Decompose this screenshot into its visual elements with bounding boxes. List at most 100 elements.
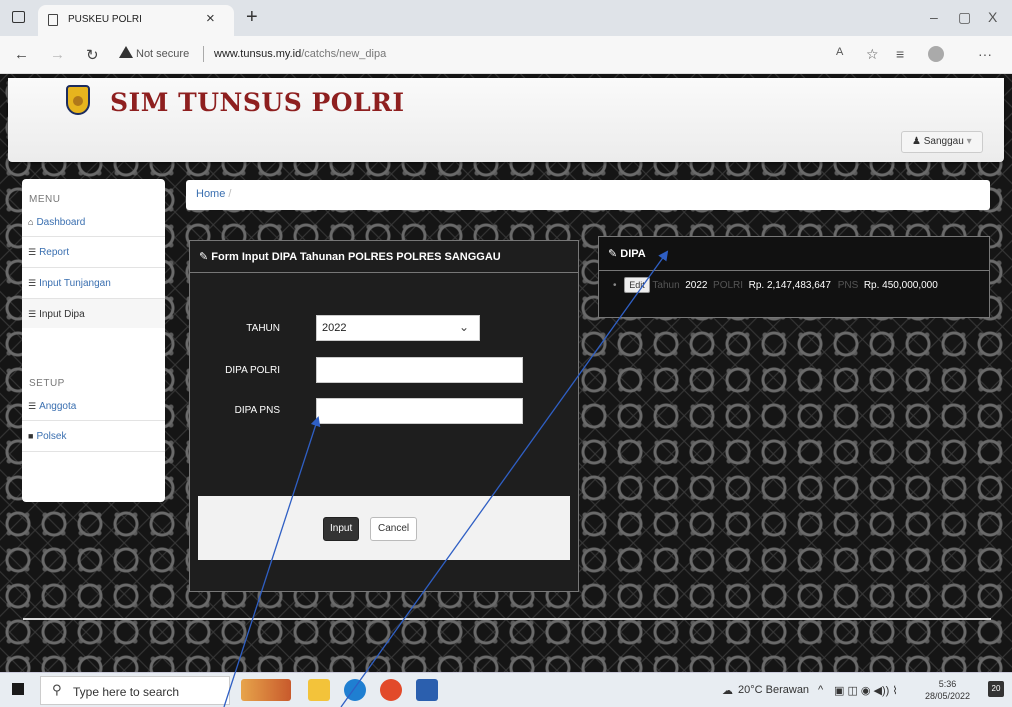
read-aloud-icon[interactable]: A [836, 46, 843, 58]
dipa-pns-input[interactable] [316, 398, 523, 424]
search-placeholder: Type here to search [73, 685, 180, 699]
favorites-list-icon[interactable]: ≡ [896, 46, 904, 62]
more-options-icon[interactable]: ··· [978, 46, 992, 62]
list-icon: ☰ [28, 401, 37, 411]
form-input-dipa-panel: ✎ Form Input DIPA Tahunan POLRES POLRES … [189, 240, 579, 592]
sidebar-item-report[interactable]: ☰ Report [22, 236, 165, 266]
cancel-button[interactable]: Cancel [370, 517, 418, 541]
caret-down-icon: ▾ [966, 136, 972, 147]
tray-icons[interactable]: ▣ ◫ ◉ ◀)) ⌇ [834, 684, 898, 697]
search-highlight-icon[interactable] [241, 679, 291, 701]
warning-icon [119, 46, 133, 58]
page-divider [23, 618, 991, 620]
new-tab-button[interactable]: + [246, 6, 258, 29]
chrome-browser-icon[interactable] [380, 679, 402, 701]
polri-logo-icon [66, 85, 90, 115]
dipa-list-item: • Edit Tahun 2022 POLRI Rp. 2,147,483,64… [599, 271, 989, 301]
menu-heading: MENU [29, 194, 61, 205]
forward-arrow-icon[interactable]: → [50, 46, 65, 63]
taskbar-search[interactable]: ⚲ Type here to search [40, 676, 230, 705]
close-window-button[interactable]: X [988, 9, 997, 25]
dipa-polri-label: POLRI [713, 280, 744, 291]
sidebar-item-label: Polsek [36, 431, 67, 442]
not-secure-label[interactable]: Not secure [136, 48, 189, 60]
bullet-icon: • [613, 280, 617, 291]
tahun-value: 2022 [322, 322, 347, 334]
form-panel-header: ✎ Form Input DIPA Tahunan POLRES POLRES … [190, 241, 578, 273]
clock-date: 28/05/2022 [925, 691, 971, 701]
tray-chevron-icon[interactable]: ^ [818, 684, 823, 696]
setup-heading: SETUP [29, 378, 65, 389]
input-button[interactable]: Input [323, 517, 360, 541]
dipa-panel: ✎ DIPA • Edit Tahun 2022 POLRI Rp. 2,147… [598, 236, 990, 318]
edge-browser-icon[interactable] [344, 679, 366, 701]
form-footer: Input Cancel [198, 496, 570, 560]
edit-button[interactable]: Edit [624, 277, 650, 294]
sidebar: MENU ⌂ Dashboard ☰ Report ☰ Input Tunjangan… [22, 179, 165, 502]
browser-tab-bar: PUSKEU POLRI × + – ▢ X [0, 0, 1012, 36]
dipa-panel-header: ✎ DIPA [599, 237, 989, 271]
sidebar-item-input-dipa[interactable]: ☰ Input Dipa [22, 298, 165, 328]
dipa-polri-input[interactable] [316, 357, 523, 383]
url-field[interactable]: www.tunsus.my.id/catchs/new_dipa [214, 48, 386, 60]
sidebar-divider [22, 451, 165, 452]
user-dropdown[interactable]: ♟ Sanggau ▾ [901, 131, 983, 153]
dipa-tahun-value: 2022 [685, 280, 708, 291]
file-explorer-icon[interactable] [308, 679, 330, 701]
breadcrumb-separator: / [228, 188, 232, 200]
dipa-pns-label: DIPA PNS [234, 405, 280, 416]
sidebar-item-input-tunjangan[interactable]: ☰ Input Tunjangan [22, 267, 165, 297]
dipa-tahun-label: Tahun [652, 280, 680, 291]
site-header: SIM TUNSUS POLRI ♟ Sanggau ▾ [8, 78, 1004, 162]
refresh-icon[interactable]: ↻ [86, 46, 99, 64]
taskbar-clock[interactable]: 5:36 28/05/2022 [925, 678, 970, 702]
sidebar-item-anggota[interactable]: ☰ Anggota [22, 393, 165, 419]
web-page: SIM TUNSUS POLRI ♟ Sanggau ▾ MENU ⌂ Dashb… [0, 74, 1012, 672]
breadcrumb: Home / [186, 180, 990, 210]
favorite-star-icon[interactable]: ☆ [866, 46, 879, 63]
list-icon: ☰ [28, 309, 37, 319]
windows-taskbar: ⚲ Type here to search ☁ 20°C Berawan ^ ▣… [0, 672, 1012, 707]
breadcrumb-home[interactable]: Home [196, 188, 225, 200]
sidebar-item-dashboard[interactable]: ⌂ Dashboard [22, 209, 165, 235]
notification-center-icon[interactable]: 20 [988, 681, 1004, 697]
dipa-title: DIPA [620, 248, 646, 260]
page-icon [48, 14, 58, 26]
dipa-pns-label: PNS [837, 280, 859, 291]
clock-time: 5:36 [938, 679, 957, 689]
edit-icon: ✎ [199, 251, 209, 263]
comment-icon: ■ [28, 431, 34, 441]
sidebar-item-label: Dashboard [36, 217, 86, 228]
sidebar-item-label: Report [39, 247, 70, 258]
tab-close-icon[interactable]: × [206, 10, 215, 27]
url-path: /catchs/new_dipa [301, 48, 387, 60]
sidebar-item-label: Anggota [39, 401, 77, 412]
address-bar: ← → ↻ Not secure www.tunsus.my.id/catchs… [0, 36, 1012, 74]
search-icon: ⚲ [52, 682, 62, 697]
weather-icon[interactable]: ☁ [722, 684, 733, 697]
dipa-polri-amount: Rp. 2,147,483,647 [748, 280, 831, 291]
address-separator [203, 46, 204, 62]
home-icon: ⌂ [28, 217, 34, 227]
tahun-select[interactable]: 2022 ⌄ [316, 315, 480, 341]
site-brand[interactable]: SIM TUNSUS POLRI [110, 88, 405, 117]
back-arrow-icon[interactable]: ← [14, 46, 29, 63]
windows-start-icon[interactable] [12, 683, 24, 695]
list-icon: ☰ [28, 247, 37, 257]
sidebar-item-polsek[interactable]: ■ Polsek [22, 420, 165, 450]
maximize-button[interactable]: ▢ [958, 9, 971, 26]
word-icon[interactable] [416, 679, 438, 701]
tab-actions-icon[interactable] [12, 11, 25, 23]
list-icon: ☰ [28, 278, 37, 288]
tab-title: PUSKEU POLRI [68, 14, 142, 25]
sidebar-item-label: Input Tunjangan [39, 278, 111, 289]
chevron-down-icon: ⌄ [458, 320, 469, 334]
user-name: Sanggau [923, 136, 964, 147]
edit-icon: ✎ [608, 248, 618, 260]
browser-tab[interactable]: PUSKEU POLRI × [38, 5, 234, 36]
profile-avatar[interactable] [928, 46, 944, 62]
minimize-button[interactable]: – [930, 9, 938, 25]
form-title: Form Input DIPA Tahunan POLRES POLRES SA… [211, 251, 501, 263]
weather-text[interactable]: 20°C Berawan [738, 684, 809, 696]
dipa-polri-label: DIPA POLRI [225, 365, 280, 376]
